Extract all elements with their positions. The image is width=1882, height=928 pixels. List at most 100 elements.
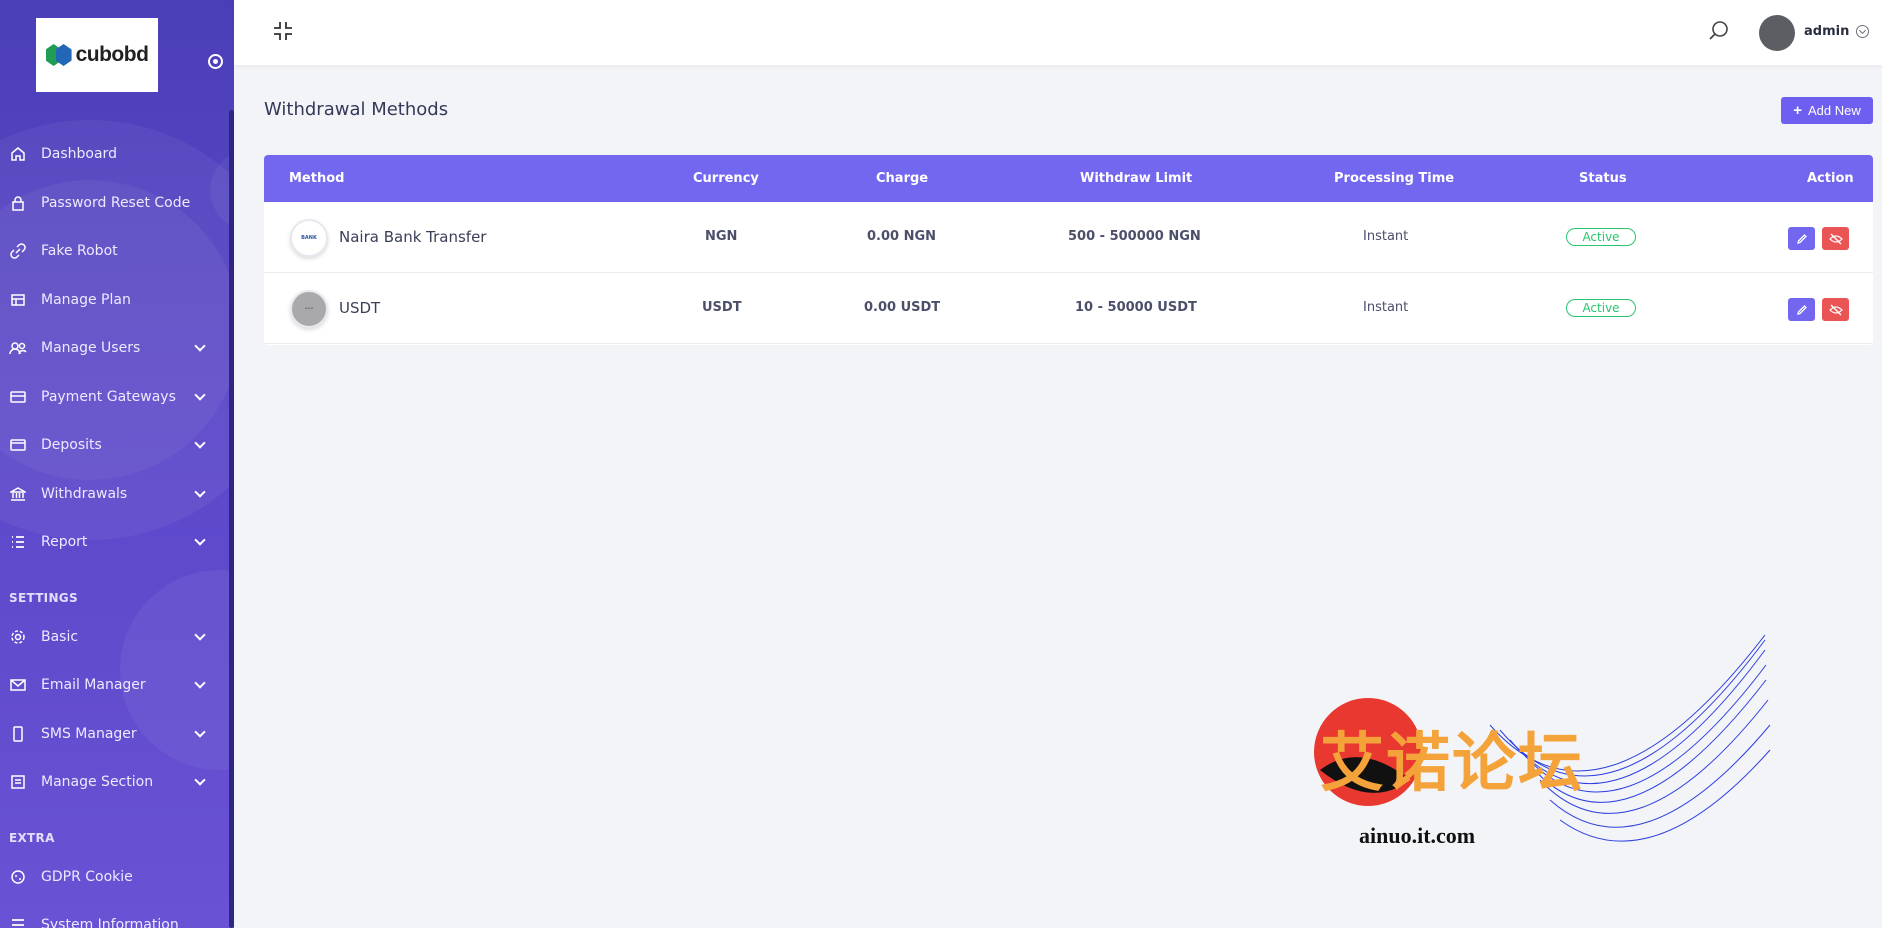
add-new-label: Add New [1808, 103, 1861, 118]
sidebar-item-label: Basic [41, 629, 79, 645]
page-title: Withdrawal Methods [264, 99, 449, 120]
chevron-down-icon[interactable] [1856, 25, 1869, 38]
info-icon [9, 916, 27, 928]
status-badge: Active [1566, 228, 1636, 246]
sidebar-item-label: Withdrawals [41, 486, 128, 502]
chevron-down-icon [194, 677, 206, 689]
plus-icon: + [1793, 102, 1802, 119]
eye-slash-icon [1828, 233, 1843, 244]
currency-cell: USDT [702, 300, 742, 315]
edit-button[interactable] [1788, 227, 1815, 250]
sidebar-item-label: Fake Robot [41, 243, 118, 259]
processing-cell: Instant [1363, 229, 1409, 244]
sidebar-item-manage-section[interactable]: Manage Section [0, 762, 228, 802]
column-header-status: Status [1579, 171, 1627, 186]
sidebar-item-label: Password Reset Code [41, 195, 191, 211]
sidebar-item-report[interactable]: Report [0, 522, 228, 562]
chevron-down-icon [194, 726, 206, 738]
column-header-action: Action [1807, 171, 1854, 186]
eye-slash-icon [1828, 304, 1843, 315]
sidebar-item-label: Payment Gateways [41, 389, 176, 405]
sidebar-item-label: GDPR Cookie [41, 869, 133, 885]
usdt-logo-image: ••• [290, 290, 328, 328]
bank-icon [9, 485, 27, 503]
list-icon [9, 533, 27, 551]
link-icon [9, 242, 27, 260]
add-new-button[interactable]: + Add New [1781, 97, 1873, 124]
method-name: Naira Bank Transfer [339, 228, 487, 246]
sidebar-item-sms-manager[interactable]: SMS Manager [0, 714, 228, 754]
sidebar-item-basic[interactable]: Basic [0, 617, 228, 657]
cookie-icon [9, 868, 27, 886]
card-icon [9, 388, 27, 406]
processing-cell: Instant [1363, 300, 1409, 315]
users-icon [9, 339, 27, 357]
sidebar-item-fake-robot[interactable]: Fake Robot [0, 231, 228, 271]
column-header-currency: Currency [693, 171, 759, 186]
sidebar-item-label: Manage Users [41, 340, 141, 356]
sidebar-item-system-information[interactable]: System Information [0, 905, 228, 928]
watermark-text: 艾诺论坛 [1320, 726, 1584, 801]
limit-cell: 10 - 50000 USDT [1075, 300, 1197, 315]
sidebar-item-manage-plan[interactable]: Manage Plan [0, 280, 228, 320]
disable-button[interactable] [1822, 227, 1849, 250]
phone-icon [9, 725, 27, 743]
sidebar-item-password-reset-code[interactable]: Password Reset Code [0, 183, 228, 223]
watermark-url: ainuo.it.com [1359, 823, 1476, 848]
pencil-icon [1796, 304, 1807, 315]
logo-text: cubobd [75, 43, 149, 66]
section-heading-settings: SETTINGS [9, 591, 78, 605]
gear-icon [9, 628, 27, 646]
sidebar-item-payment-gateways[interactable]: Payment Gateways [0, 377, 228, 417]
table-header: Method Currency Charge Withdraw Limit Pr… [264, 155, 1873, 202]
sidebar-item-label: Report [41, 534, 88, 550]
column-header-withdraw-limit: Withdraw Limit [1080, 171, 1193, 186]
logo[interactable]: cubobd [36, 18, 158, 92]
table-row: BANK Naira Bank Transfer NGN 0.00 NGN 50… [264, 202, 1873, 273]
chevron-down-icon [194, 629, 206, 641]
pencil-icon [1796, 233, 1807, 244]
search-icon[interactable] [1708, 20, 1730, 42]
sidebar-item-label: Deposits [41, 437, 102, 453]
column-header-method: Method [289, 171, 345, 186]
sidebar: cubobd Dashboard Password Reset Code Fak… [0, 0, 234, 928]
chevron-down-icon [194, 340, 206, 352]
topbar: admin [234, 0, 1882, 65]
method-name: USDT [339, 299, 381, 317]
sidebar-item-withdrawals[interactable]: Withdrawals [0, 474, 228, 514]
sidebar-item-label: Email Manager [41, 677, 146, 693]
chevron-down-icon [194, 437, 206, 449]
avatar[interactable] [1759, 15, 1795, 51]
charge-cell: 0.00 NGN [867, 229, 937, 244]
chevron-down-icon [194, 774, 206, 786]
lock-icon [9, 194, 27, 212]
sidebar-item-label: Manage Plan [41, 292, 131, 308]
status-badge: Active [1566, 299, 1636, 317]
withdrawal-methods-table: Method Currency Charge Withdraw Limit Pr… [264, 155, 1873, 345]
currency-cell: NGN [705, 229, 738, 244]
sidebar-toggle-icon[interactable] [208, 54, 223, 69]
sidebar-item-label: Manage Section [41, 774, 154, 790]
edit-button[interactable] [1788, 298, 1815, 321]
sidebar-item-label: SMS Manager [41, 726, 137, 742]
sidebar-item-deposits[interactable]: Deposits [0, 425, 228, 465]
sidebar-item-dashboard[interactable]: Dashboard [0, 134, 228, 174]
sidebar-item-email-manager[interactable]: Email Manager [0, 665, 228, 705]
home-icon [9, 145, 27, 163]
charge-cell: 0.00 USDT [864, 300, 941, 315]
sidebar-scrollbar[interactable] [229, 110, 234, 928]
sidebar-item-gdpr-cookie[interactable]: GDPR Cookie [0, 857, 228, 897]
column-header-charge: Charge [876, 171, 929, 186]
user-name[interactable]: admin [1804, 24, 1849, 39]
chevron-down-icon [194, 389, 206, 401]
disable-button[interactable] [1822, 298, 1849, 321]
chevron-down-icon [194, 534, 206, 546]
chevron-down-icon [194, 486, 206, 498]
mail-icon [9, 676, 27, 694]
column-header-processing-time: Processing Time [1334, 171, 1455, 186]
fullscreen-exit-icon[interactable] [272, 20, 294, 42]
limit-cell: 500 - 500000 NGN [1068, 229, 1201, 244]
sidebar-item-label: System Information [41, 917, 179, 928]
cube-logo-icon [45, 42, 72, 68]
sidebar-item-manage-users[interactable]: Manage Users [0, 328, 228, 368]
